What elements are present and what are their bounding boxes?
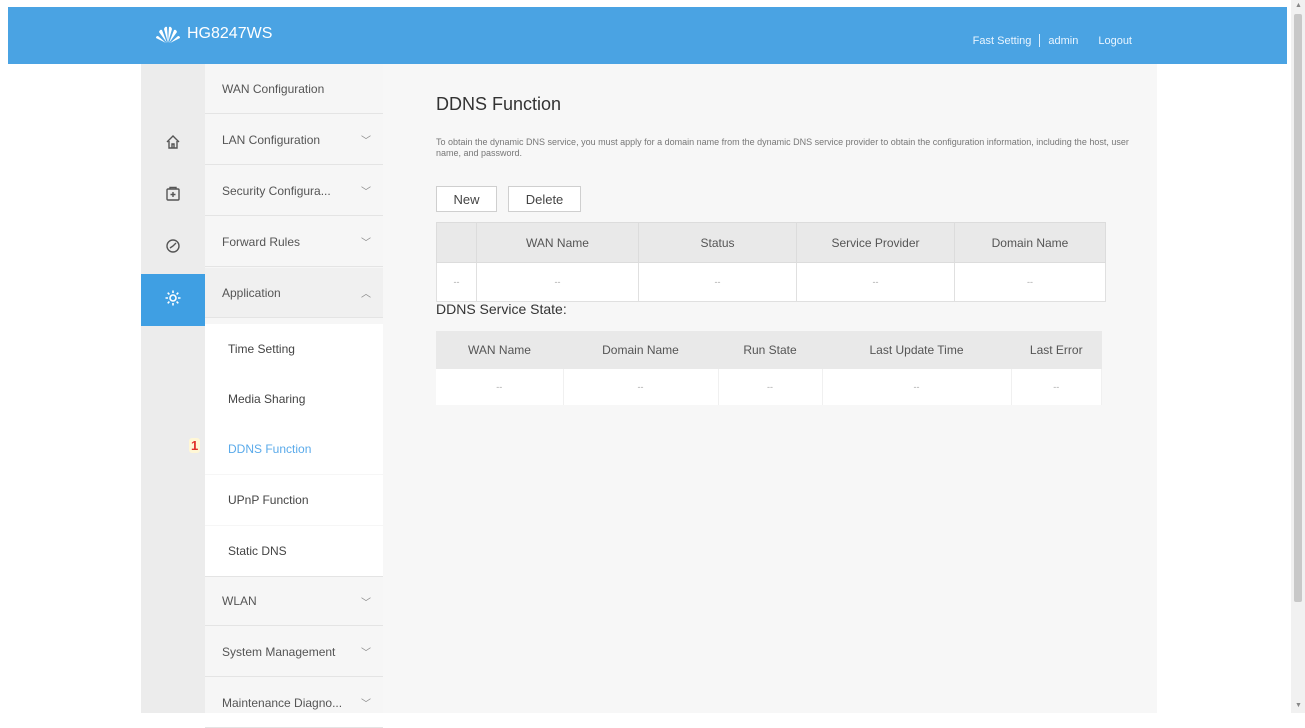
submenu-item-media-sharing[interactable]: Media Sharing xyxy=(205,374,383,424)
column-header: Last Update Time xyxy=(822,331,1011,369)
service-state-table: WAN Name Domain Name Run State Last Upda… xyxy=(436,331,1102,405)
menu-item-system-management[interactable]: System Management ﹀ xyxy=(205,627,383,677)
menu-item-label: System Management xyxy=(222,644,336,659)
settings-menu: WAN Configuration LAN Configuration ﹀ Se… xyxy=(205,64,383,728)
table-cell: -- xyxy=(638,262,797,302)
gear-icon xyxy=(164,289,182,312)
table-cell: -- xyxy=(822,369,1012,405)
table-cell: -- xyxy=(954,262,1106,302)
logout-link[interactable]: Logout xyxy=(1098,35,1132,47)
chevron-down-icon: ﹀ xyxy=(361,648,371,659)
table-cell: -- xyxy=(718,369,823,405)
home-icon xyxy=(165,134,181,155)
menu-item-label: Security Configura... xyxy=(222,183,331,198)
brand-logo: HG8247WS xyxy=(155,24,272,44)
huawei-logo-icon xyxy=(155,24,181,44)
column-header: WAN Name xyxy=(476,222,639,263)
table-cell: -- xyxy=(476,262,639,302)
column-header: Domain Name xyxy=(563,331,718,369)
home-nav-button[interactable] xyxy=(141,118,205,170)
submenu-item-static-dns[interactable]: Static DNS xyxy=(205,526,383,576)
page-description: To obtain the dynamic DNS service, you m… xyxy=(436,137,1129,158)
scroll-thumb[interactable] xyxy=(1294,14,1302,602)
chevron-down-icon: ﹀ xyxy=(361,187,371,198)
main-content: DDNS Function To obtain the dynamic DNS … xyxy=(383,64,1157,713)
page-title: DDNS Function xyxy=(436,94,562,114)
delete-button[interactable]: Delete xyxy=(508,186,581,212)
submenu-item-label: UPnP Function xyxy=(228,493,309,507)
nav-divider xyxy=(1039,34,1041,47)
submenu-item-upnp-function[interactable]: UPnP Function xyxy=(205,475,383,525)
settings-nav-button[interactable] xyxy=(141,274,212,326)
menu-item-maintenance-diagnosis[interactable]: Maintenance Diagno... ﹀ xyxy=(205,678,383,728)
top-bar: HG8247WS Fast Setting admin Logout xyxy=(8,7,1287,64)
table-cell: -- xyxy=(1011,369,1102,405)
top-nav: Fast Setting admin Logout xyxy=(973,34,1132,47)
maintenance-nav-button[interactable] xyxy=(141,170,205,222)
menu-item-label: Forward Rules xyxy=(222,234,301,249)
menu-item-label: Maintenance Diagno... xyxy=(222,695,343,710)
column-header: Service Provider xyxy=(796,222,955,263)
compass-icon xyxy=(165,238,181,259)
submenu-item-label: DDNS Function xyxy=(228,442,312,456)
chevron-down-icon: ﹀ xyxy=(361,136,371,147)
column-header: Last Error xyxy=(1011,331,1102,369)
select-column-header xyxy=(436,222,477,263)
submenu-item-ddns-function[interactable]: DDNS Function xyxy=(205,424,383,474)
submenu-item-label: Media Sharing xyxy=(228,392,306,406)
product-name: HG8247WS xyxy=(187,25,273,42)
chevron-up-icon: ︿ xyxy=(361,289,371,300)
menu-item-label: Application xyxy=(222,285,281,300)
plus-box-icon xyxy=(165,186,181,207)
menu-item-wan-configuration[interactable]: WAN Configuration xyxy=(205,64,383,114)
annotation-marker-1: 1 xyxy=(189,438,201,453)
menu-item-security-configuration[interactable]: Security Configura... ﹀ xyxy=(205,166,383,216)
vertical-scrollbar[interactable]: ▲ ▼ xyxy=(1291,0,1305,713)
table-header-row: WAN Name Status Service Provider Domain … xyxy=(436,222,1106,263)
ddns-table: WAN Name Status Service Provider Domain … xyxy=(436,222,1106,302)
table-row: -- -- -- -- -- xyxy=(436,369,1102,405)
table-row[interactable]: -- -- -- -- -- xyxy=(436,262,1106,302)
column-header: Run State xyxy=(718,331,822,369)
table-cell: -- xyxy=(563,369,719,405)
submenu-item-label: Static DNS xyxy=(228,544,287,558)
menu-item-lan-configuration[interactable]: LAN Configuration ﹀ xyxy=(205,115,383,165)
submenu-item-time-setting[interactable]: Time Setting xyxy=(205,324,383,374)
scroll-down-icon[interactable]: ▼ xyxy=(1295,702,1302,709)
submenu-item-label: Time Setting xyxy=(228,342,295,356)
chevron-down-icon: ﹀ xyxy=(361,699,371,710)
icon-sidebar xyxy=(141,64,212,713)
scroll-up-icon[interactable]: ▲ xyxy=(1295,2,1302,9)
menu-item-wlan[interactable]: WLAN ﹀ xyxy=(205,576,383,626)
chevron-down-icon: ﹀ xyxy=(361,598,371,609)
table-cell: -- xyxy=(436,262,477,302)
column-header: WAN Name xyxy=(436,331,563,369)
menu-item-forward-rules[interactable]: Forward Rules ﹀ xyxy=(205,217,383,267)
fast-setting-link[interactable]: Fast Setting xyxy=(973,35,1032,47)
menu-item-label: WAN Configuration xyxy=(222,81,325,96)
chevron-down-icon: ﹀ xyxy=(361,238,371,249)
status-nav-button[interactable] xyxy=(141,222,205,274)
menu-item-label: WLAN xyxy=(222,594,257,608)
table-cell: -- xyxy=(796,262,955,302)
column-header: Domain Name xyxy=(954,222,1106,263)
column-header: Status xyxy=(638,222,797,263)
table-cell: -- xyxy=(436,369,564,405)
menu-item-application[interactable]: Application ︿ xyxy=(205,268,383,318)
service-state-title: DDNS Service State: xyxy=(436,301,567,317)
new-button[interactable]: New xyxy=(436,186,497,212)
admin-link[interactable]: admin xyxy=(1048,35,1078,47)
menu-item-label: LAN Configuration xyxy=(222,132,321,147)
table-header-row: WAN Name Domain Name Run State Last Upda… xyxy=(436,331,1102,369)
